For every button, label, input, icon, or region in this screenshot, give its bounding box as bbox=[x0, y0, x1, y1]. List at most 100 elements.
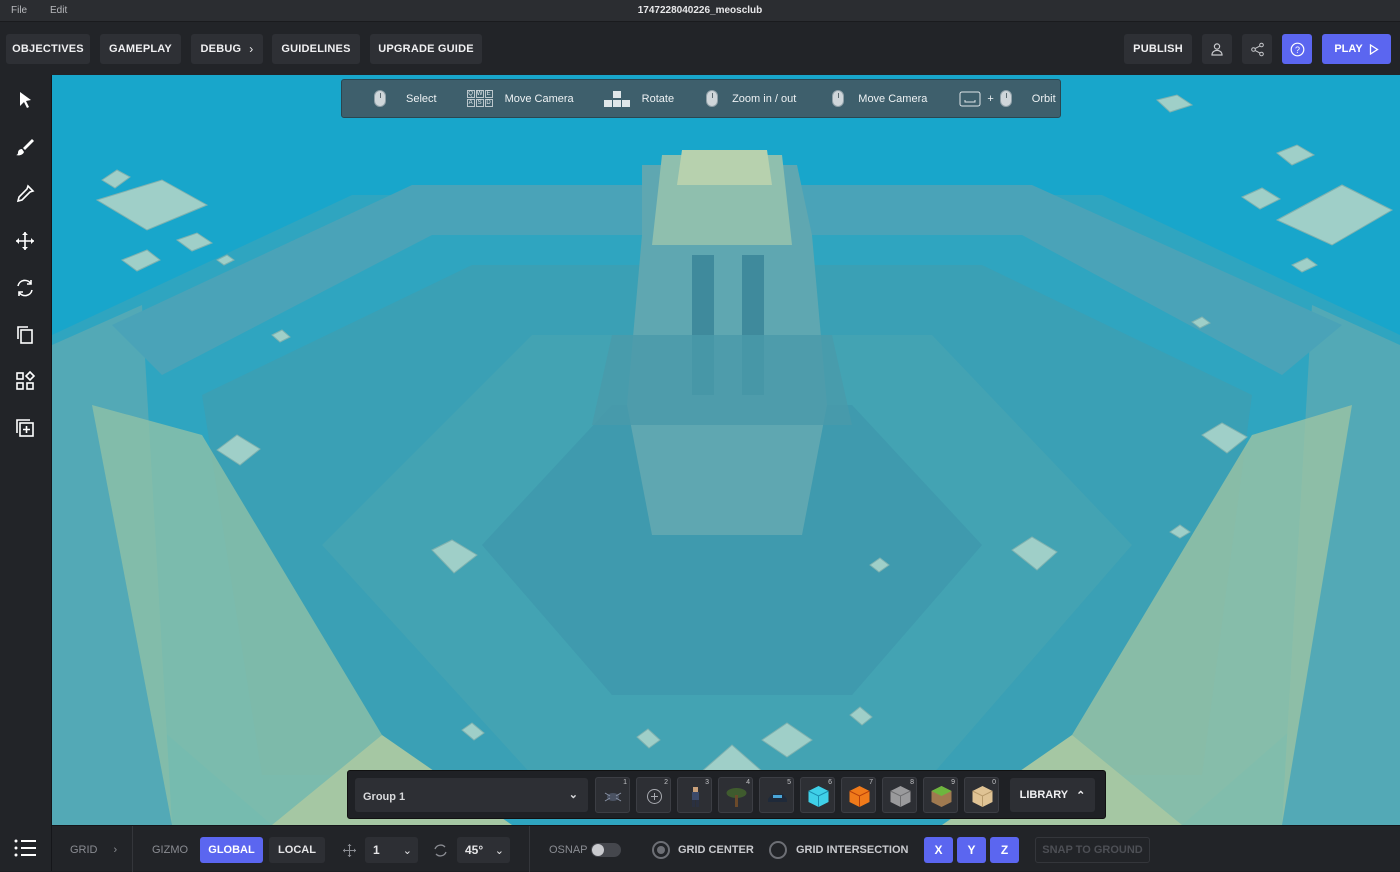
svg-text:?: ? bbox=[1294, 45, 1299, 55]
grid-label: GRID bbox=[70, 844, 98, 856]
hotbar-slot-9[interactable]: 9 bbox=[923, 777, 958, 813]
menu-bar: File Edit 1747228040226_meosclub bbox=[0, 0, 1400, 22]
divider bbox=[132, 826, 133, 872]
block-hotbar: Group 1 ⌄ 1 2 3 4 5 6 7 8 9 0 LIBRARY ⌃ bbox=[347, 770, 1106, 819]
axis-x-button[interactable]: X bbox=[924, 837, 953, 863]
eyedropper-tool[interactable] bbox=[6, 174, 44, 214]
move-step-icon bbox=[343, 844, 356, 857]
hint-zoom-label: Zoom in / out bbox=[732, 92, 797, 105]
axis-z-button[interactable]: Z bbox=[990, 837, 1019, 863]
lava-block-icon bbox=[849, 786, 870, 807]
grid-intersection-label: GRID INTERSECTION bbox=[796, 844, 909, 856]
hotbar-slot-5[interactable]: 5 bbox=[759, 777, 794, 813]
voxel-castle-scene bbox=[52, 75, 1400, 825]
bottom-toolbar: GRID › GIZMO GLOBAL LOCAL 1 ⌄ 45° ⌄ OSNA… bbox=[52, 825, 1400, 872]
help-icon: ? bbox=[1290, 42, 1304, 56]
hint-rotate-label: Rotate bbox=[641, 92, 675, 105]
select-tool[interactable] bbox=[6, 80, 44, 120]
vehicle-icon bbox=[768, 794, 787, 802]
play-icon bbox=[1369, 43, 1379, 55]
hotbar-slot-8[interactable]: 8 bbox=[882, 777, 917, 813]
profile-button[interactable] bbox=[1202, 34, 1232, 64]
chevron-up-icon: ⌃ bbox=[1076, 789, 1086, 802]
debug-button[interactable]: DEBUG › bbox=[191, 34, 263, 64]
controls-hint-bar: Select QWE ASD Move Camera Rotate Zoom i… bbox=[341, 79, 1061, 118]
scene-viewport[interactable] bbox=[52, 75, 1400, 825]
hotbar-slot-4[interactable]: 4 bbox=[718, 777, 753, 813]
arrow-keys-icon bbox=[603, 90, 630, 107]
group-blocks-icon bbox=[16, 370, 36, 390]
snap-to-ground-button[interactable]: SNAP TO GROUND bbox=[1035, 837, 1150, 863]
upgrade-guide-button[interactable]: UPGRADE GUIDE bbox=[370, 34, 482, 64]
outliner-button[interactable] bbox=[6, 830, 44, 866]
copy-icon bbox=[17, 326, 33, 344]
rotate-arrows-icon bbox=[17, 279, 33, 297]
diamond-block-icon bbox=[808, 786, 829, 807]
objectives-button[interactable]: OBJECTIVES bbox=[6, 34, 90, 64]
axis-y-button[interactable]: Y bbox=[957, 837, 986, 863]
group-tool[interactable] bbox=[6, 361, 44, 401]
hotbar-slot-2[interactable]: 2 bbox=[636, 777, 671, 813]
duplicate-tool[interactable] bbox=[6, 315, 44, 355]
hotbar-slot-6[interactable]: 6 bbox=[800, 777, 835, 813]
help-button[interactable]: ? bbox=[1282, 34, 1312, 64]
cursor-arrow-icon bbox=[20, 92, 31, 108]
divider bbox=[529, 826, 530, 872]
guidelines-button[interactable]: GUIDELINES bbox=[272, 34, 360, 64]
hint-orbit: + Orbit bbox=[959, 90, 1056, 107]
grid-intersection-radio[interactable] bbox=[769, 841, 787, 859]
chevron-right-icon: › bbox=[113, 844, 118, 856]
hint-rotate: Rotate bbox=[603, 90, 675, 108]
move-tool[interactable] bbox=[6, 221, 44, 261]
add-circle-icon bbox=[647, 789, 662, 804]
gizmo-label: GIZMO bbox=[152, 844, 189, 856]
share-button[interactable] bbox=[1242, 34, 1272, 64]
library-button[interactable]: LIBRARY ⌃ bbox=[1010, 778, 1095, 812]
top-toolbar: OBJECTIVES GAMEPLAY DEBUG › GUIDELINES U… bbox=[0, 22, 1400, 75]
mouse-left-click-icon bbox=[374, 90, 386, 107]
mouse-orbit-icon bbox=[999, 90, 1012, 107]
character-figure-icon bbox=[692, 787, 699, 807]
brush-icon bbox=[16, 139, 34, 156]
hotbar-slot-3[interactable]: 3 bbox=[677, 777, 712, 813]
hint-select: Select bbox=[374, 90, 437, 107]
group-select[interactable]: Group 1 ⌄ bbox=[355, 778, 588, 812]
grid-center-label: GRID CENTER bbox=[678, 844, 754, 856]
gameplay-button[interactable]: GAMEPLAY bbox=[100, 34, 181, 64]
group-select-value: Group 1 bbox=[363, 791, 406, 803]
publish-button[interactable]: PUBLISH bbox=[1124, 34, 1192, 64]
move-step-select[interactable]: 1 ⌄ bbox=[365, 837, 418, 863]
play-label: PLAY bbox=[1334, 43, 1363, 55]
hotbar-slot-10[interactable]: 0 bbox=[964, 777, 999, 813]
eyedropper-icon bbox=[16, 184, 35, 203]
window-title: 1747228040226_meosclub bbox=[637, 5, 763, 16]
tree-icon bbox=[726, 788, 747, 807]
user-icon bbox=[1211, 43, 1223, 56]
rotate-step-icon bbox=[434, 844, 447, 857]
keyboard-qweasd-icon: QWE ASD bbox=[466, 90, 493, 107]
chevron-down-icon: ⌄ bbox=[494, 844, 504, 857]
move-step-value: 1 bbox=[373, 843, 380, 857]
hotbar-slot-1[interactable]: 1 bbox=[595, 777, 630, 813]
global-button[interactable]: GLOBAL bbox=[200, 837, 263, 863]
rotate-step-select[interactable]: 45° ⌄ bbox=[457, 837, 510, 863]
spacebar-key-icon bbox=[959, 91, 981, 106]
stone-block-icon bbox=[890, 786, 911, 807]
osnap-toggle[interactable] bbox=[591, 843, 621, 857]
paint-tool[interactable] bbox=[6, 127, 44, 167]
chevron-down-icon: ⌄ bbox=[402, 844, 412, 857]
list-icon bbox=[14, 839, 36, 857]
local-button[interactable]: LOCAL bbox=[269, 837, 325, 863]
tool-sidebar bbox=[0, 75, 52, 871]
hint-move-camera-keys: QWE ASD Move Camera bbox=[466, 90, 574, 107]
hint-move-camera-mouse: Move Camera bbox=[832, 90, 927, 107]
grass-block-icon bbox=[931, 786, 952, 807]
hotbar-slot-7[interactable]: 7 bbox=[841, 777, 876, 813]
play-button[interactable]: PLAY bbox=[1322, 34, 1391, 64]
sand-block-icon bbox=[972, 786, 993, 807]
rotate-tool[interactable] bbox=[6, 268, 44, 308]
grid-center-radio[interactable] bbox=[652, 841, 670, 859]
debug-label: DEBUG bbox=[200, 43, 242, 55]
add-object-tool[interactable] bbox=[6, 408, 44, 448]
grid-toggle[interactable]: GRID › bbox=[70, 837, 117, 863]
